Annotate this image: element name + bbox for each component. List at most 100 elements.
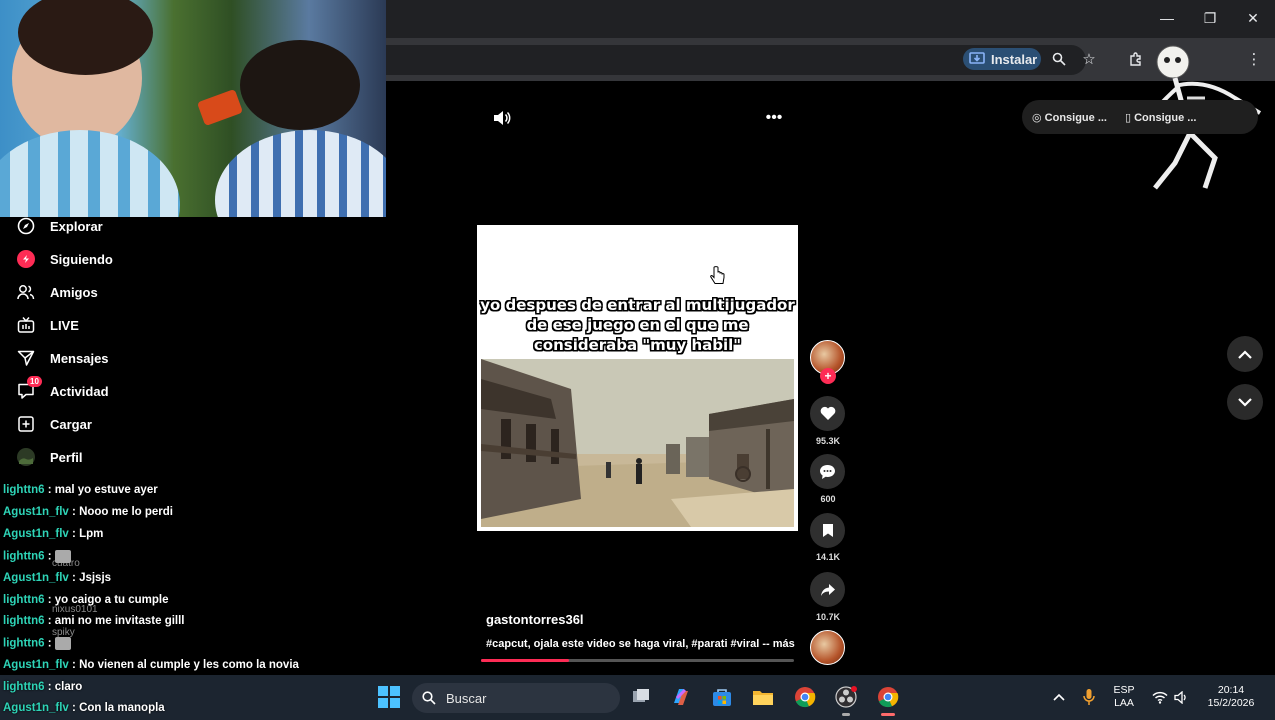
get-coins-button[interactable]: ◎ Consigue ... — [1032, 111, 1107, 124]
chat-message: lighttn6 : — [3, 637, 71, 650]
minimize-button[interactable]: — — [1145, 6, 1189, 30]
language-top: ESP — [1113, 684, 1135, 696]
webcam-overlay — [0, 0, 386, 217]
tray-overflow-icon[interactable] — [1046, 684, 1072, 710]
minimize-icon: — — [1160, 10, 1174, 26]
chat-separator: : — [44, 637, 55, 650]
video-progress-bar[interactable] — [481, 659, 794, 662]
microphone-icon[interactable] — [1076, 684, 1102, 710]
sidebar-item-label: Actividad — [50, 383, 109, 399]
chat-emote-icon — [54, 637, 71, 650]
messages-icon — [16, 348, 36, 368]
chat-message: Agust1n_flv : Con la manopla — [3, 702, 165, 714]
chat-username: lighttn6 — [3, 681, 45, 693]
install-app-button[interactable]: Instalar — [963, 48, 1041, 70]
chat-message: lighttn6 : ami no me invitaste gilll — [3, 615, 185, 627]
like-count: 95.3K — [815, 436, 841, 446]
promo-pills: ◎ Consigue ... ▯ Consigue ... — [1022, 100, 1258, 134]
video-author[interactable]: gastontorres36l — [486, 612, 584, 627]
video-caption: yo despues de entrar al multijugador de … — [480, 296, 795, 354]
promo-pill-2-label: Consigue ... — [1134, 111, 1197, 124]
share-icon — [820, 583, 835, 596]
zoom-icon[interactable] — [1048, 48, 1070, 70]
sidebar-item-label: LIVE — [50, 317, 79, 333]
save-count: 14.1K — [815, 552, 841, 562]
comment-button[interactable] — [810, 454, 845, 489]
running-app-indicator — [842, 713, 850, 716]
restore-button[interactable]: ❐ — [1188, 6, 1232, 30]
more-options-icon[interactable]: ••• — [764, 108, 784, 128]
chat-text: yo caigo a tu cumple — [54, 594, 169, 606]
chat-username: lighttn6 — [3, 594, 45, 606]
chat-text: mal yo estuve ayer — [54, 484, 158, 496]
share-count: 10.7K — [815, 612, 841, 622]
video-player[interactable]: yo despues de entrar al multijugador de … — [477, 225, 798, 531]
chat-username: Agust1n_flv — [3, 572, 69, 584]
file-explorer-icon[interactable] — [750, 684, 776, 710]
clock-date: 15/2/2026 — [1207, 697, 1255, 709]
language-indicator[interactable]: ESP LAA — [1110, 684, 1138, 710]
copilot-icon[interactable] — [668, 684, 694, 710]
comment-icon — [820, 464, 835, 479]
previous-video-button[interactable] — [1227, 336, 1263, 372]
install-icon — [969, 52, 985, 64]
save-button[interactable] — [810, 513, 845, 548]
sidebar-item-label: Mensajes — [50, 350, 109, 366]
sidebar-item-following[interactable]: Siguiendo — [16, 247, 113, 271]
chrome-active-icon[interactable] — [875, 684, 901, 710]
sidebar-item-label: Amigos — [50, 284, 98, 300]
chat-username: lighttn6 — [3, 637, 45, 650]
task-view-icon[interactable] — [628, 684, 654, 710]
chat-username: lighttn6 — [3, 615, 45, 627]
clock[interactable]: 20:14 15/2/2026 — [1200, 684, 1262, 710]
volume-tray-icon[interactable] — [1168, 684, 1194, 710]
chat-separator: : — [44, 615, 55, 627]
chat-separator: : — [44, 681, 55, 693]
close-window-button[interactable]: ✕ — [1231, 6, 1275, 30]
bookmark-star-icon[interactable]: ☆ — [1078, 48, 1100, 70]
obs-icon[interactable] — [833, 684, 859, 710]
chat-text: Nooo me lo perdi — [79, 506, 173, 518]
sidebar-item-live[interactable]: LIVE — [16, 313, 79, 337]
share-button[interactable] — [810, 572, 845, 607]
video-description[interactable]: #capcut, ojala este video se haga viral,… — [486, 638, 795, 650]
sidebar-item-label: Cargar — [50, 416, 92, 432]
chrome-icon[interactable] — [792, 684, 818, 710]
search-icon — [422, 691, 436, 705]
chevron-down-icon — [1238, 397, 1252, 407]
next-video-button[interactable] — [1227, 384, 1263, 420]
search-label: Buscar — [446, 690, 487, 706]
get-app-button[interactable]: ▯ Consigue ... — [1125, 111, 1196, 124]
sidebar-item-activity[interactable]: 10 Actividad — [16, 376, 109, 403]
windows-start-icon[interactable] — [376, 684, 402, 710]
volume-icon[interactable] — [492, 108, 512, 128]
sidebar-item-profile[interactable]: Perfil — [16, 445, 83, 469]
taskbar-search[interactable]: Buscar — [412, 683, 620, 713]
hand-cursor-icon — [710, 266, 725, 284]
sidebar-item-label: Explorar — [50, 218, 103, 234]
chat-separator: : — [68, 572, 80, 584]
heart-icon — [820, 406, 835, 420]
comment-count: 600 — [820, 494, 836, 504]
sidebar-item-explore[interactable]: Explorar — [16, 214, 103, 238]
sidebar-item-messages[interactable]: Mensajes — [16, 346, 109, 370]
sidebar-item-friends[interactable]: Amigos — [16, 280, 98, 304]
profile-icon — [16, 447, 36, 467]
chat-username: Agust1n_flv — [3, 506, 69, 518]
install-label: Instalar — [991, 51, 1038, 67]
chat-separator: : — [44, 594, 55, 606]
sound-avatar[interactable] — [810, 630, 845, 665]
chat-message: lighttn6 : claro — [3, 681, 82, 693]
sidebar-item-upload[interactable]: Cargar — [16, 412, 92, 436]
chat-message: Agust1n_flv : Nooo me lo perdi — [3, 506, 173, 518]
store-icon[interactable] — [709, 684, 735, 710]
close-icon: ✕ — [1247, 9, 1259, 26]
follow-plus-icon[interactable]: + — [820, 368, 836, 384]
chat-emote-icon — [54, 550, 71, 563]
chat-username: lighttn6 — [3, 484, 45, 496]
chat-text: Jsjsjs — [79, 572, 112, 584]
chat-message: lighttn6 : — [3, 550, 71, 563]
chat-message: Agust1n_flv : Jsjsjs — [3, 572, 111, 584]
upload-icon — [16, 414, 36, 434]
like-button[interactable] — [810, 396, 845, 431]
